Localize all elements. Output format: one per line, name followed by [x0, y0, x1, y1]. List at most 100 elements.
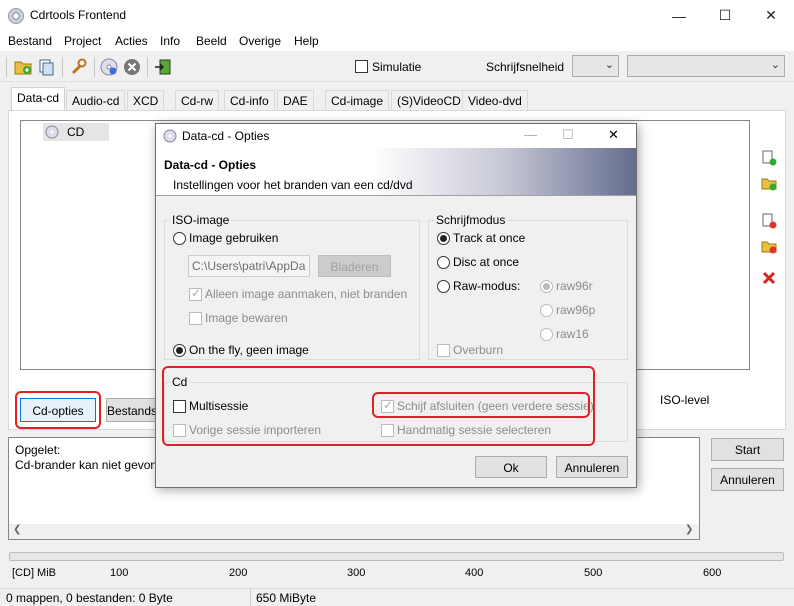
- cd-icon: [45, 125, 59, 139]
- ok-button[interactable]: Ok: [475, 456, 547, 478]
- overburn-label: Overburn: [453, 343, 504, 357]
- speed-select[interactable]: ⌄: [572, 55, 619, 77]
- dialog-annuleren-button[interactable]: Annuleren: [556, 456, 628, 478]
- dialog-title-bar: Data-cd - Opties — ☐ ✕: [156, 124, 636, 148]
- image-path-input[interactable]: C:\Users\patri\AppDa: [188, 255, 310, 277]
- simulatie-checkbox[interactable]: [355, 60, 368, 73]
- keep-image-checkbox[interactable]: [189, 312, 202, 325]
- raw96r-radio[interactable]: [540, 280, 553, 293]
- tree-item-cd[interactable]: CD: [43, 123, 109, 141]
- raw96p-radio[interactable]: [540, 304, 553, 317]
- simulatie-label: Simulatie: [372, 60, 422, 74]
- delete-icon[interactable]: [761, 270, 777, 286]
- menu-info[interactable]: Info: [160, 34, 180, 48]
- minimize-icon[interactable]: —: [656, 0, 702, 31]
- menu-project[interactable]: Project: [64, 34, 101, 48]
- tab-dae[interactable]: DAE: [277, 90, 314, 110]
- use-image-label: Image gebruiken: [189, 231, 279, 245]
- options-dialog: Data-cd - Opties — ☐ ✕ Data-cd - Opties …: [155, 123, 637, 488]
- add-file-icon[interactable]: [761, 150, 777, 166]
- tab-data-cd[interactable]: Data-cd: [11, 87, 66, 111]
- toolbar-separator: [147, 57, 148, 77]
- tab-video-dvd[interactable]: Video-dvd: [462, 90, 528, 110]
- track-at-once-radio[interactable]: [437, 232, 450, 245]
- raw-modus-radio[interactable]: [437, 280, 450, 293]
- minimize-icon[interactable]: —: [524, 127, 537, 142]
- device-select[interactable]: ⌄: [627, 55, 785, 77]
- dialog-header-title: Data-cd - Opties: [164, 158, 257, 172]
- raw-modus-label: Raw-modus:: [453, 279, 521, 293]
- overburn-checkbox[interactable]: [437, 344, 450, 357]
- status-divider: [250, 589, 251, 606]
- menu-bestand[interactable]: Bestand: [8, 34, 52, 48]
- cd-icon: [163, 129, 177, 143]
- scroll-right-icon[interactable]: ❯: [685, 524, 693, 535]
- tab-audio-cd[interactable]: Audio-cd: [66, 90, 126, 110]
- title-bar: Cdrtools Frontend — ☐ ✕: [0, 0, 794, 31]
- ruler-tick: 300: [347, 567, 366, 579]
- close-icon[interactable]: ✕: [608, 127, 619, 143]
- highlight-box: [372, 392, 590, 418]
- status-capacity: 650 MiByte: [256, 591, 317, 605]
- raw16-label: raw16: [556, 327, 589, 341]
- remove-file-icon[interactable]: [761, 213, 777, 229]
- window-title: Cdrtools Frontend: [30, 8, 127, 22]
- use-image-radio[interactable]: [173, 232, 186, 245]
- remove-folder-icon[interactable]: [761, 238, 777, 254]
- tab-cd-rw[interactable]: Cd-rw: [175, 90, 219, 110]
- cancel-icon[interactable]: [123, 58, 141, 76]
- scroll-left-icon[interactable]: ❮: [13, 524, 21, 535]
- capacity-bar: [9, 552, 784, 561]
- ruler-tick: 500: [584, 567, 603, 579]
- status-bar: 0 mappen, 0 bestanden: 0 Byte 650 MiByte: [0, 588, 794, 606]
- disc-at-once-label: Disc at once: [453, 255, 520, 269]
- log-line: Opgelet:: [15, 443, 61, 457]
- menu-beeld[interactable]: Beeld: [196, 34, 227, 48]
- close-icon[interactable]: ✕: [748, 0, 794, 31]
- only-create-label: Alleen image aanmaken, niet branden: [205, 287, 408, 301]
- on-the-fly-radio[interactable]: [173, 344, 186, 357]
- raw16-radio[interactable]: [540, 328, 553, 341]
- tab-svideocd[interactable]: (S)VideoCD: [391, 90, 467, 110]
- tab-cd-info[interactable]: Cd-info: [224, 90, 275, 110]
- maximize-icon[interactable]: ☐: [562, 127, 574, 143]
- toolbar-separator: [62, 57, 63, 77]
- exit-icon[interactable]: [154, 58, 172, 76]
- toolbar-separator: [94, 57, 95, 77]
- iso-level-label: ISO-level: [660, 393, 710, 407]
- burn-cd-icon[interactable]: [100, 58, 118, 76]
- ruler-tick: 200: [229, 567, 248, 579]
- ruler-tick: 100: [110, 567, 129, 579]
- tab-cd-image[interactable]: Cd-image: [325, 90, 390, 110]
- chevron-down-icon: ⌄: [604, 59, 614, 71]
- dialog-title: Data-cd - Opties: [182, 129, 270, 143]
- bladeren-button[interactable]: Bladeren: [318, 255, 391, 277]
- menu-acties[interactable]: Acties: [115, 34, 148, 48]
- menu-overige[interactable]: Overige: [239, 34, 281, 48]
- horizontal-scrollbar[interactable]: ❮ ❯: [9, 524, 699, 539]
- app-cd-icon: [8, 8, 24, 24]
- add-folder-icon[interactable]: [761, 175, 777, 191]
- menu-bar: Bestand Project Acties Info Beeld Overig…: [0, 31, 794, 51]
- add-folder-icon[interactable]: [14, 58, 32, 76]
- disc-at-once-radio[interactable]: [437, 256, 450, 269]
- image-path-value: C:\Users\patri\AppDa: [192, 259, 306, 273]
- ruler-tick: 400: [465, 567, 484, 579]
- annuleren-button[interactable]: Annuleren: [711, 468, 784, 491]
- dialog-header-subtitle: Instellingen voor het branden van een cd…: [173, 178, 413, 192]
- maximize-icon[interactable]: ☐: [702, 0, 748, 31]
- wrench-icon[interactable]: [70, 58, 88, 76]
- raw96p-label: raw96p: [556, 303, 596, 317]
- iso-image-legend: ISO-image: [170, 213, 232, 227]
- chevron-down-icon: ⌄: [770, 59, 780, 71]
- add-files-icon[interactable]: [38, 58, 56, 76]
- bestands-button[interactable]: Bestands: [106, 398, 158, 422]
- menu-help[interactable]: Help: [294, 34, 319, 48]
- dialog-header: Data-cd - Opties Instellingen voor het b…: [156, 148, 636, 196]
- raw96r-label: raw96r: [556, 279, 593, 293]
- status-files: 0 mappen, 0 bestanden: 0 Byte: [6, 591, 173, 605]
- only-create-checkbox[interactable]: [189, 286, 202, 301]
- tab-xcd[interactable]: XCD: [127, 90, 165, 110]
- start-button[interactable]: Start: [711, 438, 784, 461]
- highlight-box: [15, 391, 101, 429]
